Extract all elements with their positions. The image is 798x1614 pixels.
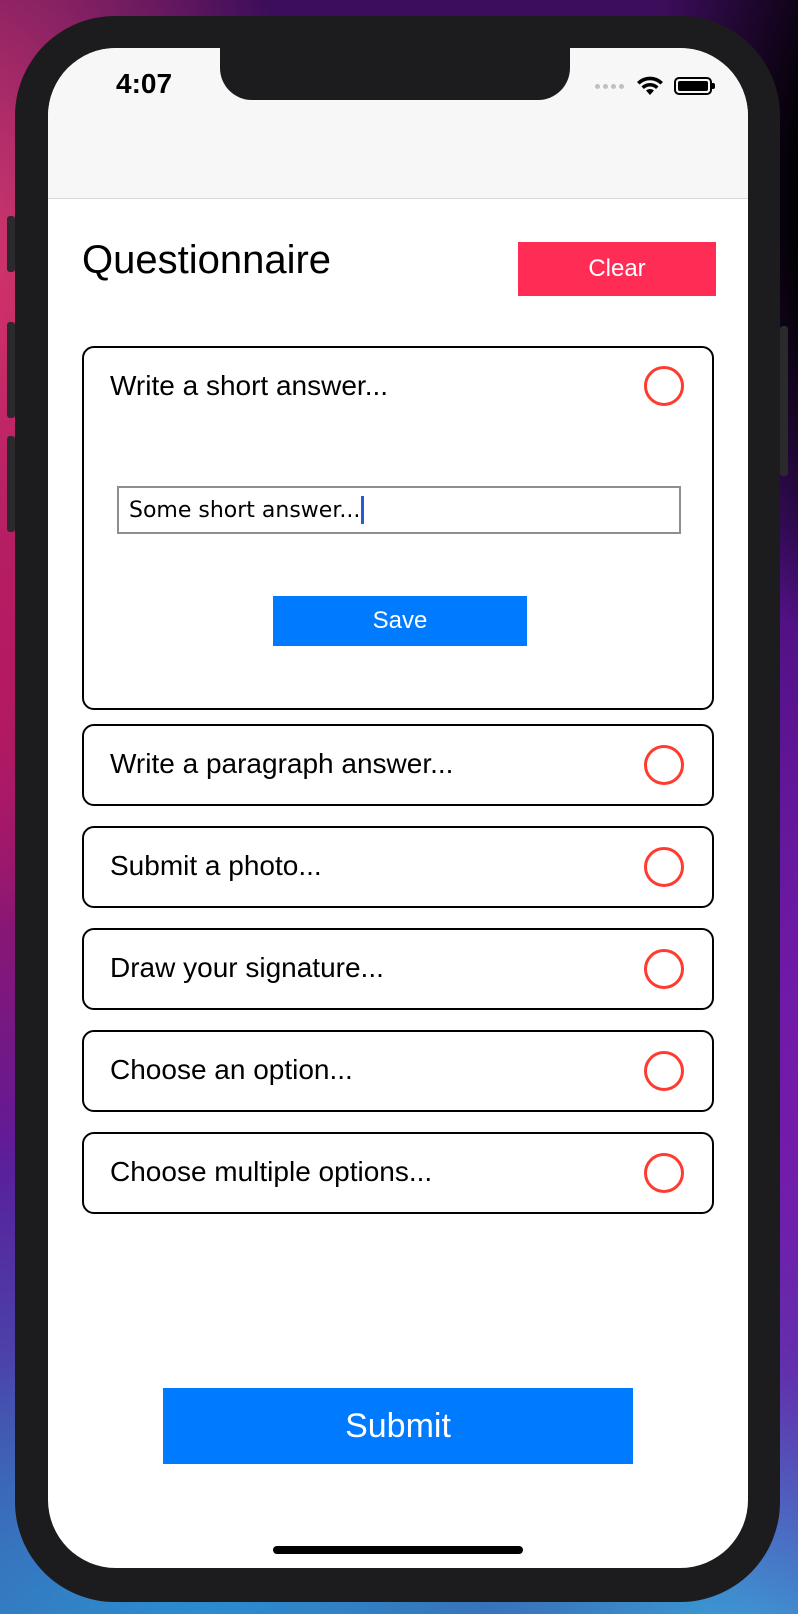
question-card-signature[interactable]: Draw your signature... <box>82 928 714 1010</box>
save-button[interactable]: Save <box>273 596 527 646</box>
question-label: Draw your signature... <box>110 952 384 983</box>
question-card-multiple-options[interactable]: Choose multiple options... <box>82 1132 714 1214</box>
question-label: Choose an option... <box>110 1054 353 1085</box>
notch <box>220 48 570 100</box>
app-screen: 4:07 Questionnaire Clear Write a short a… <box>48 48 748 1568</box>
question-card-short-answer[interactable]: Write a short answer... Some short answe… <box>82 346 714 710</box>
clear-button[interactable]: Clear <box>518 242 716 296</box>
empty-circle-icon <box>644 366 684 406</box>
volume-up-button <box>7 322 15 418</box>
empty-circle-icon <box>644 1153 684 1193</box>
question-card-photo[interactable]: Submit a photo... <box>82 826 714 908</box>
wifi-icon <box>637 76 663 95</box>
empty-circle-icon <box>644 847 684 887</box>
question-label: Write a paragraph answer... <box>110 748 454 779</box>
empty-circle-icon <box>644 745 684 785</box>
power-button <box>780 326 788 476</box>
short-answer-input[interactable]: Some short answer... <box>117 486 681 534</box>
page-title: Questionnaire <box>82 238 332 282</box>
question-label: Choose multiple options... <box>110 1156 433 1187</box>
submit-button[interactable]: Submit <box>163 1388 633 1464</box>
question-label: Write a short answer... <box>110 370 389 401</box>
question-card-single-option[interactable]: Choose an option... <box>82 1030 714 1112</box>
empty-circle-icon <box>644 1051 684 1091</box>
signal-dots-icon <box>595 83 624 89</box>
empty-circle-icon <box>644 949 684 989</box>
short-answer-value: Some short answer... <box>129 497 361 523</box>
question-card-paragraph[interactable]: Write a paragraph answer... <box>82 724 714 806</box>
status-time: 4:07 <box>116 68 173 99</box>
text-caret <box>361 496 365 524</box>
volume-down-button <box>7 436 15 532</box>
status-icons <box>595 74 715 98</box>
silent-switch <box>7 216 15 272</box>
home-indicator[interactable] <box>273 1546 523 1554</box>
question-label: Submit a photo... <box>110 850 322 881</box>
battery-icon <box>674 77 715 95</box>
